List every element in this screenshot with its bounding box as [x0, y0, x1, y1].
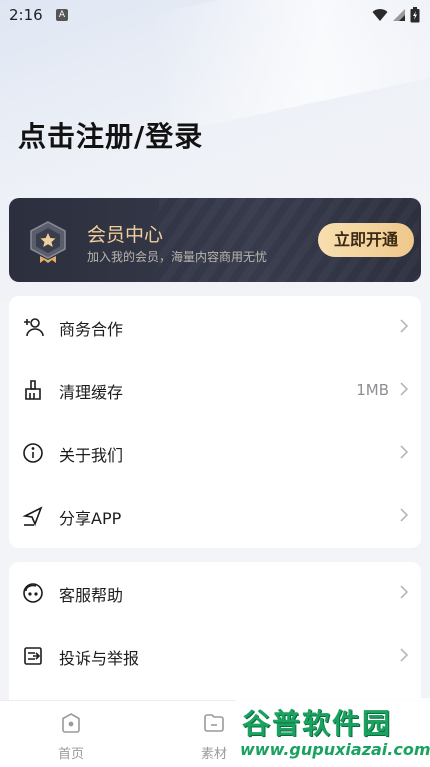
menu-item-business-cooperation[interactable]: 商务合作 [9, 296, 421, 359]
login-register-link[interactable]: 点击注册/登录 [18, 115, 203, 155]
vip-title: 会员中心 [87, 224, 164, 246]
signal-icon [393, 9, 405, 21]
chevron-right-icon [400, 445, 409, 459]
share-icon [22, 506, 43, 527]
menu-item-share-app[interactable]: 分享APP [9, 485, 421, 548]
menu-label: 投诉与举报 [59, 649, 140, 668]
wifi-icon [372, 9, 388, 21]
notification-badge: A [56, 9, 68, 21]
broom-icon [25, 380, 41, 400]
menu-label: 关于我们 [59, 446, 124, 465]
menu-label: 客服帮助 [59, 586, 124, 605]
menu-card-secondary: 客服帮助 投诉与举报 [9, 562, 421, 712]
status-icons [372, 7, 420, 23]
nav-label: 素材 [200, 747, 227, 762]
watermark-logo: 谷普软件园 www.gupuxiazai.com [236, 698, 430, 766]
nav-label: 首页 [57, 747, 84, 762]
menu-item-complaint-report[interactable]: 投诉与举报 [9, 625, 421, 688]
customer-service-icon [23, 583, 43, 603]
menu-label: 分享APP [59, 509, 122, 528]
menu-item-customer-help[interactable]: 客服帮助 [9, 562, 421, 625]
vip-center-card[interactable]: 会员中心 加入我的会员，海量内容商用无忧 立即开通 [9, 198, 421, 282]
chevron-right-icon [400, 319, 409, 333]
report-icon [24, 647, 42, 665]
status-bar: 2:16 A [0, 0, 430, 30]
chevron-right-icon [400, 508, 409, 522]
vip-badge-icon [30, 221, 66, 263]
home-icon [62, 713, 80, 733]
battery-icon [410, 7, 420, 23]
chevron-right-icon [400, 382, 409, 396]
menu-item-about-us[interactable]: 关于我们 [9, 422, 421, 485]
watermark-url: www.gupuxiazai.com [240, 740, 430, 759]
chevron-right-icon [400, 585, 409, 599]
menu-item-clear-cache[interactable]: 清理缓存 1MB [9, 359, 421, 422]
cache-size-value: 1MB [356, 381, 389, 399]
status-time: 2:16 [9, 6, 43, 24]
folder-icon [204, 714, 224, 732]
chevron-right-icon [400, 648, 409, 662]
add-user-icon [24, 318, 44, 337]
info-icon [23, 443, 43, 463]
vip-subtitle: 加入我的会员，海量内容商用无忧 [87, 250, 268, 264]
open-vip-button[interactable]: 立即开通 [318, 223, 414, 257]
nav-tab-home[interactable]: 首页 [41, 711, 101, 762]
nav-tab-materials[interactable]: 素材 [184, 711, 244, 762]
watermark-brand: 谷普软件园 [242, 707, 393, 740]
menu-card-primary: 商务合作 清理缓存 1MB 关于我们 分享APP [9, 296, 421, 548]
menu-label: 商务合作 [59, 320, 124, 339]
menu-label: 清理缓存 [59, 383, 124, 402]
